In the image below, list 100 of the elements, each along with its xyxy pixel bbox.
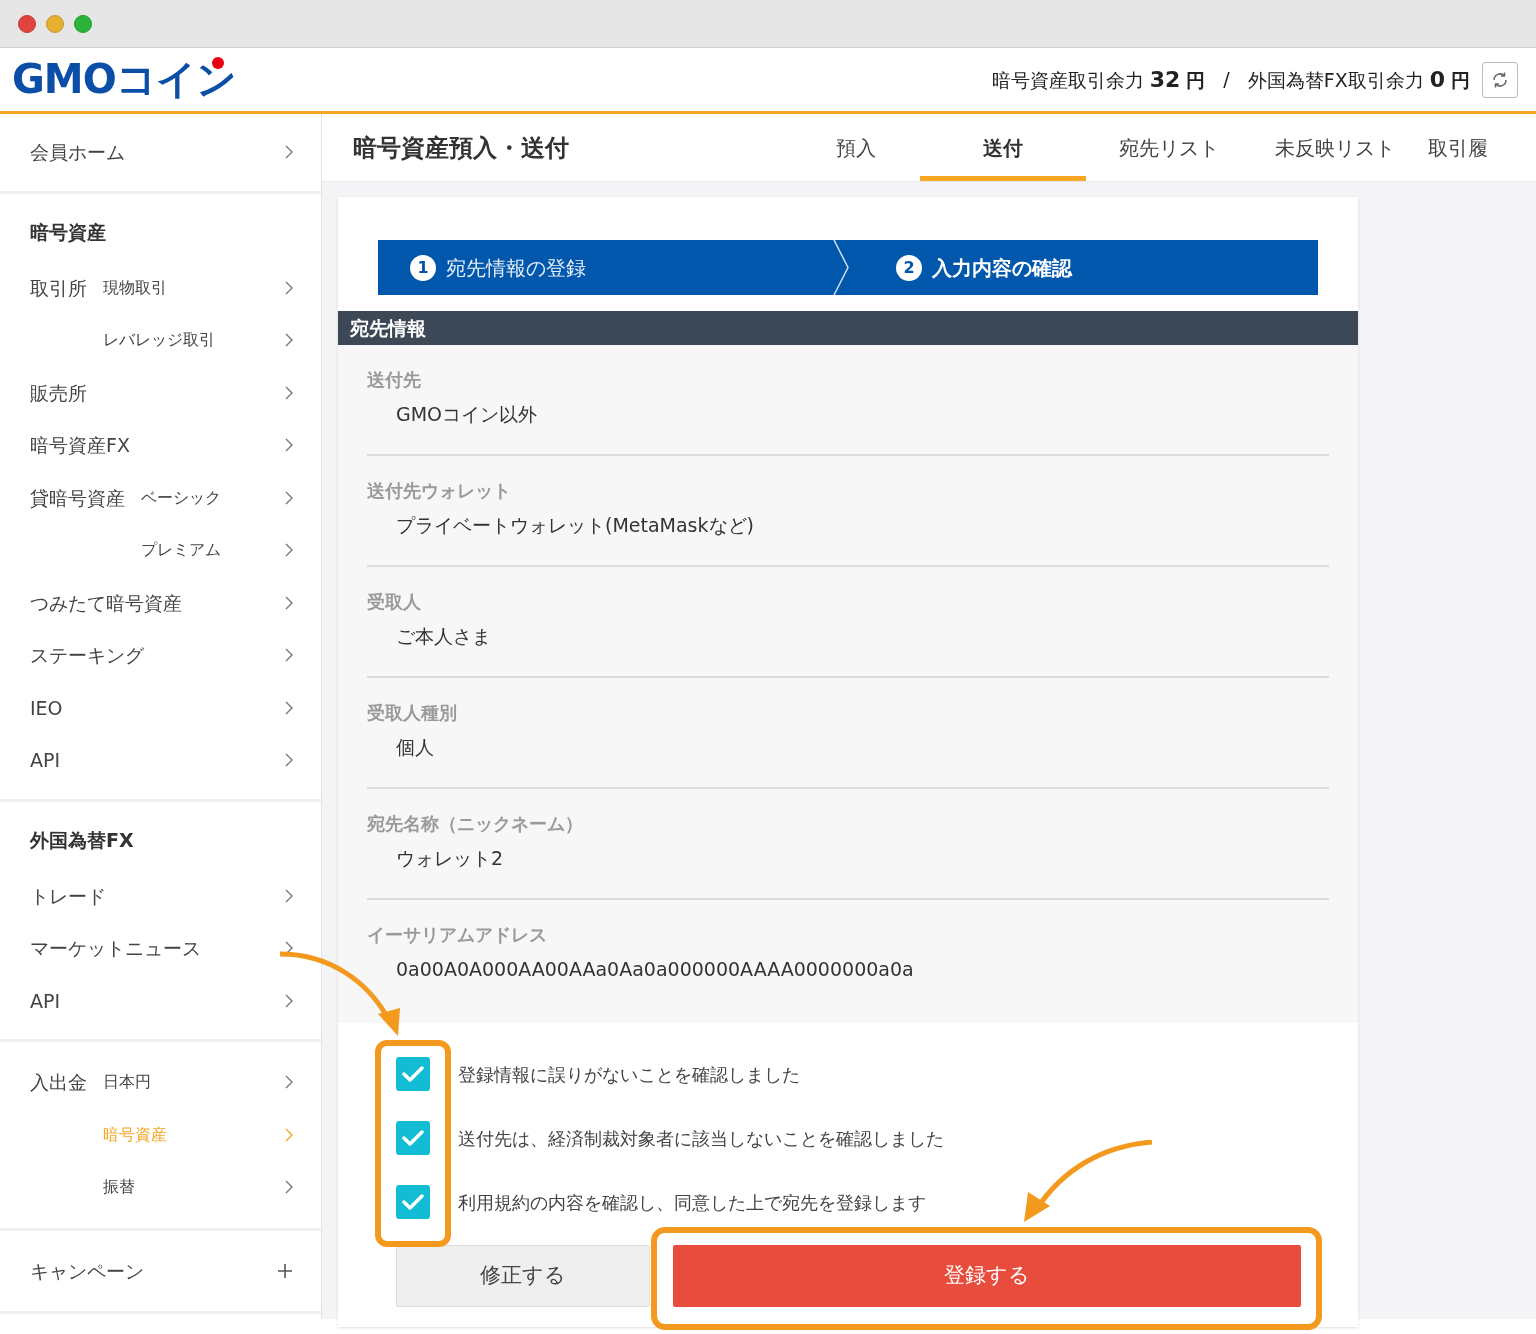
checkbox[interactable] <box>396 1057 430 1091</box>
sidebar-item[interactable]: 貸暗号資産 ベーシック <box>0 471 321 524</box>
logo[interactable]: GMOコイン <box>12 56 236 102</box>
check-icon <box>402 1130 424 1146</box>
tab[interactable]: 取引履 <box>1418 114 1528 181</box>
currency-unit: 円 <box>1451 68 1470 93</box>
field-value: ウォレット2 <box>395 846 505 871</box>
checkbox-label: 登録情報に誤りがないことを確認しました <box>458 1062 800 1087</box>
tab[interactable]: 送付 <box>920 114 1086 181</box>
plus-icon <box>277 1262 293 1279</box>
chevron-right-icon <box>285 1127 293 1142</box>
sidebar-item[interactable]: 会員ホーム <box>0 126 321 179</box>
close-icon[interactable] <box>18 14 36 33</box>
step-label: 入力内容の確認 <box>932 254 1072 282</box>
chevron-right-icon <box>285 438 293 453</box>
section-title: 宛先情報 <box>338 311 1358 345</box>
sidebar-item-label: 販売所 <box>30 380 87 406</box>
sidebar-item[interactable]: 取引所 現物取引 <box>0 261 321 314</box>
checkbox[interactable] <box>396 1121 430 1155</box>
sidebar-item-label: 貸暗号資産 <box>30 485 125 511</box>
minimize-icon[interactable] <box>46 14 64 33</box>
sidebar-item-label: API <box>30 988 61 1014</box>
sidebar-item[interactable]: ステーキング <box>0 629 321 682</box>
refresh-button[interactable] <box>1482 61 1518 98</box>
chevron-right-icon <box>285 993 293 1008</box>
sidebar-item[interactable]: レバレッジ取引 <box>0 314 321 367</box>
sidebar-subitem-label: 振替 <box>103 1176 135 1199</box>
sidebar-item[interactable]: 振替 <box>0 1161 321 1214</box>
sidebar-subitem-label: 現物取引 <box>103 276 167 299</box>
chevron-right-icon <box>285 648 293 663</box>
sidebar-item[interactable]: マーケットニュース <box>0 922 321 975</box>
field-label: 送付先 <box>367 368 422 392</box>
tab[interactable]: 未反映リスト <box>1252 114 1418 181</box>
checkbox-label: 送付先は、経済制裁対象者に該当しないことを確認しました <box>458 1126 944 1151</box>
chevron-right-icon <box>285 543 293 558</box>
sidebar-subitem-label: レバレッジ取引 <box>103 329 215 352</box>
chevron-right-icon <box>285 700 293 715</box>
chevron-right-icon <box>285 1180 293 1195</box>
chevron-right-icon <box>285 385 293 400</box>
page-title: 暗号資産預入・送付 <box>352 132 570 164</box>
field-value: GMOコイン以外 <box>395 402 539 427</box>
balance-label: 暗号資産取引余力 <box>991 68 1144 93</box>
tab[interactable]: 預入 <box>792 114 920 181</box>
sidebar-item[interactable]: IEO <box>0 681 321 734</box>
sidebar-item[interactable]: キャンペーン <box>0 1244 321 1297</box>
field-label: 送付先ウォレット <box>367 479 512 503</box>
field-value: 0a00A0A000AA00AAa0Aa0a000000AAAA0000000a0a <box>395 957 915 982</box>
sidebar-subitem-label: 日本円 <box>103 1071 151 1094</box>
balance-label: 外国為替FX取引余力 <box>1247 68 1424 93</box>
sidebar-item-label: API <box>30 748 61 773</box>
field-label: 受取人種別 <box>367 701 458 725</box>
maximize-icon[interactable] <box>74 14 92 33</box>
edit-button[interactable]: 修正する <box>396 1245 650 1307</box>
sidebar-item[interactable]: API <box>0 974 321 1027</box>
sidebar-item[interactable]: API <box>0 734 321 787</box>
sidebar-item-label: マーケットニュース <box>30 936 201 961</box>
currency-unit: 円 <box>1186 68 1206 93</box>
check-icon <box>402 1066 424 1082</box>
checkbox[interactable] <box>396 1185 430 1219</box>
chevron-right-icon <box>285 595 293 610</box>
separator: / <box>1223 67 1230 93</box>
sidebar-item[interactable]: 入出金 日本円 <box>0 1056 321 1109</box>
step-number: 1 <box>410 254 436 281</box>
field-value: プライベートウォレット(MetaMaskなど) <box>395 513 755 538</box>
chevron-right-icon <box>285 333 293 348</box>
sidebar-item-label: 取引所 <box>30 275 87 301</box>
chevron-right-icon <box>285 145 293 160</box>
sidebar-item-label: 入出金 <box>30 1070 87 1095</box>
sidebar-item[interactable]: 販売所 <box>0 366 321 419</box>
sidebar-subitem-label: ベーシック <box>141 486 221 509</box>
sidebar-item[interactable]: 暗号資産FX <box>0 419 321 472</box>
sidebar-item-label: トレード <box>30 883 106 909</box>
field-value: ご本人さま <box>395 624 492 649</box>
section-heading: 暗号資産 <box>29 220 107 246</box>
checkbox-label: 利用規約の内容を確認し、同意した上で宛先を登録します <box>458 1190 926 1215</box>
step-divider-icon <box>832 240 850 295</box>
sidebar-item-label: 会員ホーム <box>30 140 125 165</box>
sidebar-subitem-label: 暗号資産 <box>103 1123 167 1146</box>
chevron-right-icon <box>285 1075 293 1090</box>
field-label: 受取人 <box>367 590 422 614</box>
chevron-right-icon <box>285 280 293 295</box>
balance-value: 0 <box>1429 66 1445 94</box>
sidebar-item[interactable]: つみたて暗号資産 <box>0 576 321 629</box>
step-label: 宛先情報の登録 <box>446 254 586 282</box>
field-value: 個人 <box>395 735 435 760</box>
refresh-icon <box>1491 70 1509 89</box>
field-label: 宛先名称（ニックネーム） <box>367 812 584 836</box>
sidebar-item[interactable]: トレード <box>0 869 321 922</box>
chevron-right-icon <box>285 888 293 903</box>
step-number: 2 <box>896 254 922 281</box>
check-icon <box>402 1194 424 1210</box>
tab[interactable]: 宛先リスト <box>1086 114 1252 181</box>
chevron-right-icon <box>285 490 293 505</box>
sidebar-item-label: IEO <box>30 695 63 721</box>
sidebar-item[interactable]: プレミアム <box>0 524 321 577</box>
sidebar-subitem-label: プレミアム <box>141 539 221 562</box>
section-heading: 外国為替FX <box>28 828 135 854</box>
field-label: イーサリアムアドレス <box>367 923 548 947</box>
chevron-right-icon <box>285 753 293 768</box>
register-button[interactable]: 登録する <box>673 1245 1301 1307</box>
